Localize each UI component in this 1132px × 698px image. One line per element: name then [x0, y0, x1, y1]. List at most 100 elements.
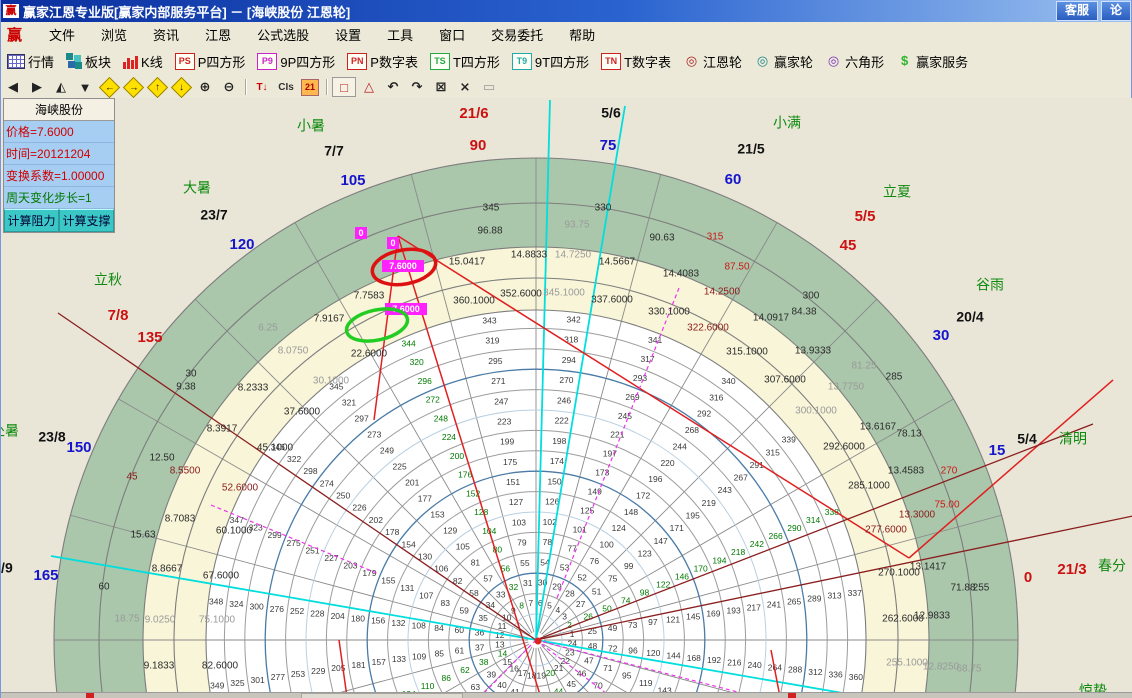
toolbar-button-9P四方形[interactable]: P99P四方形: [251, 49, 341, 74]
spiral-number: 265: [787, 597, 801, 607]
ring-value-label: 71.88: [950, 583, 975, 594]
zoom-out-button[interactable]: ⊖: [218, 78, 240, 96]
toolbar-button-板块[interactable]: 板块: [60, 49, 117, 74]
bottom-scrollbar[interactable]: [1, 692, 1132, 698]
toolbar-label: P四方形: [198, 52, 246, 71]
menu-item-设置[interactable]: 设置: [322, 23, 374, 46]
calc-support-button[interactable]: 计算支撑: [59, 209, 114, 232]
menu-item-帮助[interactable]: 帮助: [556, 23, 608, 46]
wheel-axis-label: 21/6: [459, 105, 488, 122]
spiral-number: 97: [648, 617, 658, 627]
stock-parameters: 价格=7.6000时间=20121204变换系数=1.00000周天变化步长=1: [4, 121, 114, 209]
spiral-number: 296: [418, 376, 432, 386]
winner-wheel-icon: ◎: [754, 53, 771, 69]
ring-value-label: 300: [803, 291, 820, 302]
spiral-number: 155: [381, 575, 395, 585]
spiral-number: 177: [418, 494, 432, 504]
solar-term-label: 小暑: [297, 118, 325, 134]
spiral-number: 51: [592, 586, 602, 596]
toolbar-button-赢家服务[interactable]: $赢家服务: [890, 49, 974, 74]
toolbar-button-赢家轮[interactable]: ◎赢家轮: [748, 49, 819, 74]
ring-value-label: 262.6000: [882, 614, 924, 625]
shift-down-button[interactable]: ↓: [170, 78, 192, 96]
shift-up-button[interactable]: ↑: [146, 78, 168, 96]
calc-resistance-button[interactable]: 计算阻力: [4, 209, 59, 232]
ring-value-label: 8.8667: [152, 564, 183, 575]
wheel-axis-label: 60: [725, 171, 742, 188]
spiral-number: 47: [584, 655, 594, 665]
customer-service-button[interactable]: 客服: [1056, 1, 1098, 21]
spiral-number: 288: [788, 665, 802, 675]
toolbar-button-9T四方形[interactable]: T99T四方形: [506, 49, 595, 74]
text-updown-button[interactable]: T↓: [251, 78, 273, 96]
screen-button[interactable]: ▭: [478, 78, 500, 96]
shift-left-button[interactable]: ←: [98, 78, 120, 96]
spiral-number: 349: [210, 681, 224, 691]
toolbar-button-T四方形[interactable]: TST四方形: [424, 49, 506, 74]
spiral-number: 131: [400, 583, 414, 593]
ring-value-label: 300.1000: [795, 406, 837, 417]
toolbar-button-K线[interactable]: K线: [117, 49, 169, 74]
toolbar-button-江恩轮[interactable]: ◎江恩轮: [677, 49, 748, 74]
menu-item-交易委托[interactable]: 交易委托: [478, 23, 556, 46]
9p-square-icon: P9: [257, 53, 277, 70]
ring-value-label: 13.9333: [795, 346, 832, 357]
shift-right-button[interactable]: →: [122, 78, 144, 96]
rect-tool-button[interactable]: □: [332, 77, 356, 97]
forum-button[interactable]: 论: [1101, 1, 1131, 21]
pointer-down-button[interactable]: ▼: [74, 78, 96, 96]
menu-item-窗口[interactable]: 窗口: [426, 23, 478, 46]
ring-value-label: 75.1000: [199, 615, 236, 626]
menu-item-文件[interactable]: 文件: [36, 23, 88, 46]
ring-value-label: 78.13: [896, 429, 921, 440]
spiral-number: 33: [496, 590, 506, 600]
scrollbar-thumb[interactable]: [301, 693, 463, 698]
collapse-button[interactable]: ⨯: [454, 78, 476, 96]
wheel-axis-label: 21/5: [737, 141, 764, 157]
spiral-number: 3: [562, 612, 567, 622]
application-window: 赢 赢家江恩专业版[赢家内部服务平台] － [海峡股份 江恩轮] 客服论 赢 文…: [0, 0, 1132, 698]
toolbar-button-P数字表[interactable]: PNP数字表: [341, 49, 424, 74]
spiral-number: 224: [442, 432, 456, 442]
rotate-cw-button[interactable]: ↷: [406, 78, 428, 96]
delete-box-button[interactable]: ⊠: [430, 78, 452, 96]
ring-value-label: 7.9167: [314, 314, 345, 325]
menu-item-浏览[interactable]: 浏览: [88, 23, 140, 46]
toolbar-button-T数字表[interactable]: TNT数字表: [595, 49, 677, 74]
title-bar[interactable]: 赢 赢家江恩专业版[赢家内部服务平台] － [海峡股份 江恩轮] 客服论: [1, 0, 1131, 22]
spiral-number: 27: [576, 599, 586, 609]
ring-value-label: 37.6000: [284, 407, 321, 418]
solar-term-label: 惊蛰: [1079, 683, 1107, 692]
ring-value-label: 270.1000: [878, 568, 920, 579]
triangle-tool-button[interactable]: △: [358, 78, 380, 96]
step-left-button[interactable]: ◀: [2, 78, 24, 96]
stock-name: 海峡股份: [4, 99, 114, 121]
zoom-in-button[interactable]: ⊕: [194, 78, 216, 96]
cis-button[interactable]: CIs: [275, 78, 297, 96]
toolbar-button-行情[interactable]: 行情: [1, 49, 60, 74]
calendar-icon[interactable]: 21: [299, 78, 321, 96]
wheel-axis-label: 5/5: [855, 208, 876, 225]
toolbar-button-六角形[interactable]: ◎六角形: [819, 49, 890, 74]
spiral-number: 218: [731, 547, 745, 557]
spiral-number: 73: [628, 620, 638, 630]
spiral-number: 273: [367, 430, 381, 440]
toolbar-button-P四方形[interactable]: PSP四方形: [169, 49, 252, 74]
spiral-number: 28: [565, 589, 575, 599]
menu-item-公式选股[interactable]: 公式选股: [244, 23, 322, 46]
ring-value-label: 7.7583: [354, 291, 385, 302]
rotate-ccw-button[interactable]: ↶: [382, 78, 404, 96]
spiral-number: 201: [405, 478, 419, 488]
menu-bar: 赢 文件浏览资讯江恩公式选股设置工具窗口交易委托帮助: [1, 22, 1131, 47]
menu-item-江恩[interactable]: 江恩: [192, 23, 244, 46]
menu-item-工具[interactable]: 工具: [374, 23, 426, 46]
menu-item-资讯[interactable]: 资讯: [140, 23, 192, 46]
pointer-up-button[interactable]: ◭: [50, 78, 72, 96]
gann-wheel-canvas[interactable]: 1234567891011121314151617181920212223242…: [1, 98, 1132, 692]
step-right-button[interactable]: ▶: [26, 78, 48, 96]
spiral-number: 193: [727, 605, 741, 615]
wheel-axis-label: 150: [66, 439, 91, 456]
wheel-center-dot: [535, 638, 542, 645]
toolbar-label: K线: [141, 52, 163, 71]
ring-value-label: 292.6000: [823, 442, 865, 453]
